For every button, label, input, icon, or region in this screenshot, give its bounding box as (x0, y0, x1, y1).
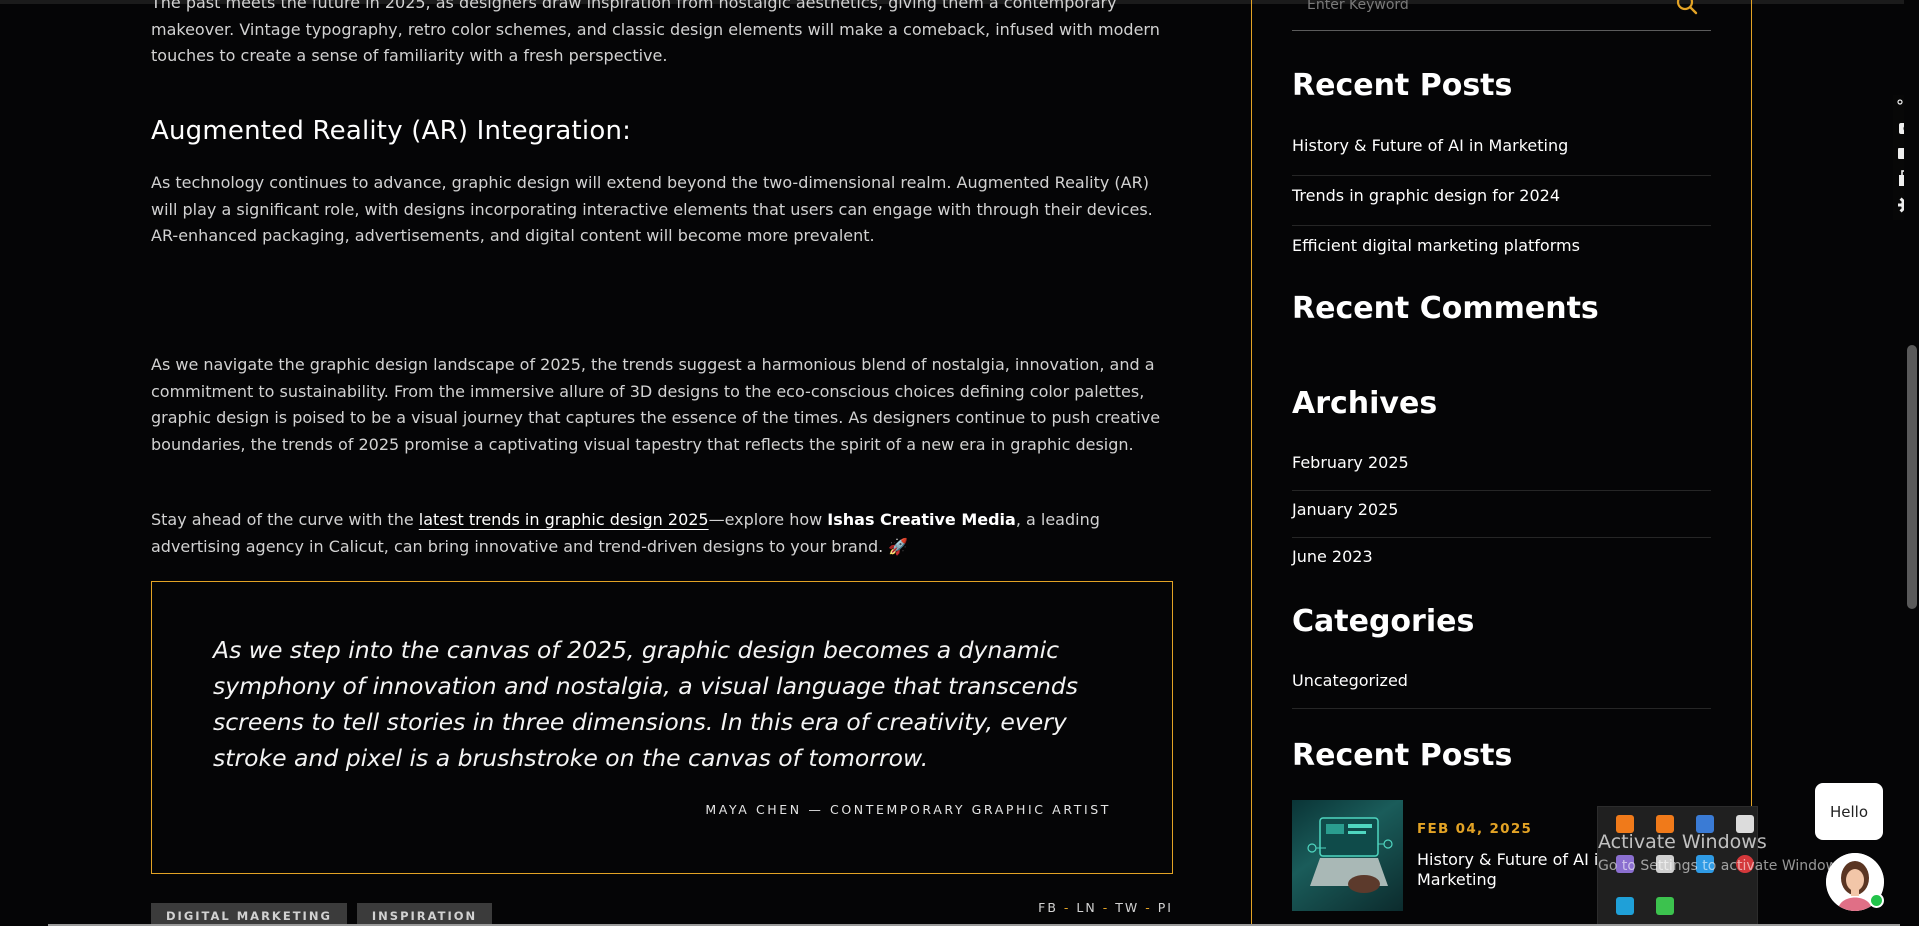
categories-title: Categories (1292, 604, 1475, 639)
archive-item[interactable]: February 2025 (1292, 444, 1711, 491)
sidebar-border-right (1751, 0, 1752, 926)
recent-posts-title-2: Recent Posts (1292, 738, 1513, 773)
archives-title: Archives (1292, 386, 1438, 421)
share-separator: - (1063, 900, 1071, 915)
archive-item[interactable]: January 2025 (1292, 491, 1711, 538)
laptop-image-icon (1307, 817, 1393, 893)
activate-windows-title: Activate Windows (1598, 831, 1767, 853)
share-separator: - (1145, 900, 1152, 915)
app-icon[interactable] (1616, 897, 1634, 915)
share-facebook[interactable]: FB (1038, 900, 1058, 915)
post-tags: DIGITAL MARKETING INSPIRATION (151, 903, 493, 926)
share-links: FB - LN - TW - PI (1038, 900, 1173, 915)
search-icon[interactable] (1675, 0, 1699, 16)
tag-digital-marketing[interactable]: DIGITAL MARKETING (151, 903, 347, 926)
recent-posts-list: History & Future of AI in Marketing Tren… (1292, 126, 1711, 276)
activate-windows-subtitle: Go to Settings to activate Windows. (1598, 858, 1849, 874)
check-icon[interactable] (1656, 897, 1674, 915)
share-twitter[interactable]: TW (1115, 900, 1139, 915)
scrollbar-thumb[interactable] (1907, 345, 1917, 609)
search-form (1292, 0, 1711, 31)
page-scrollbar[interactable] (1904, 0, 1919, 926)
paragraph-cta: Stay ahead of the curve with the latest … (151, 507, 1173, 560)
paragraph-retro: The past meets the future in 2025, as de… (151, 0, 1160, 65)
share-pinterest[interactable]: PI (1158, 900, 1173, 915)
page: The past meets the future in 2025, as de… (0, 0, 1919, 926)
search-input[interactable] (1307, 0, 1667, 20)
recent-post-item[interactable]: Efficient digital marketing platforms (1292, 226, 1711, 276)
sidebar-border-left (1251, 0, 1252, 926)
tag-inspiration[interactable]: INSPIRATION (356, 903, 493, 926)
paragraph-conclusion: As we navigate the graphic design landsc… (151, 355, 1161, 454)
quote-citation: MAYA CHEN — CONTEMPORARY GRAPHIC ARTIST (705, 802, 1111, 817)
categories-list: Uncategorized (1292, 662, 1711, 709)
paragraph-ar: As technology continues to advance, grap… (151, 173, 1153, 245)
post-date: FEB 04, 2025 (1417, 821, 1533, 837)
share-separator: - (1102, 900, 1110, 915)
online-status-indicator (1869, 893, 1884, 908)
share-linkedin[interactable]: LN (1076, 900, 1096, 915)
recent-posts-title: Recent Posts (1292, 68, 1513, 103)
quote-text: As we step into the canvas of 2025, grap… (213, 636, 1079, 772)
recent-post-item[interactable]: History & Future of AI in Marketing (1292, 126, 1711, 176)
agency-name: Ishas Creative Media (827, 510, 1016, 529)
archives-list: February 2025 January 2025 June 2023 (1292, 444, 1711, 585)
chat-greeting-bubble[interactable]: Hello (1815, 783, 1883, 840)
trends-link[interactable]: latest trends in graphic design 2025 (419, 510, 709, 529)
blockquote: As we step into the canvas of 2025, grap… (151, 581, 1173, 874)
recent-comments-title: Recent Comments (1292, 291, 1599, 326)
post-thumbnail[interactable] (1292, 800, 1403, 911)
archive-item[interactable]: June 2023 (1292, 538, 1711, 585)
cta-middle: —explore how (708, 510, 828, 529)
recent-post-item[interactable]: Trends in graphic design for 2024 (1292, 176, 1711, 226)
category-item[interactable]: Uncategorized (1292, 662, 1711, 709)
section-heading-ar: Augmented Reality (AR) Integration: (151, 116, 632, 146)
cta-prefix: Stay ahead of the curve with the (151, 510, 419, 529)
post-title-link[interactable]: History & Future of AI in Marketing (1417, 850, 1617, 890)
